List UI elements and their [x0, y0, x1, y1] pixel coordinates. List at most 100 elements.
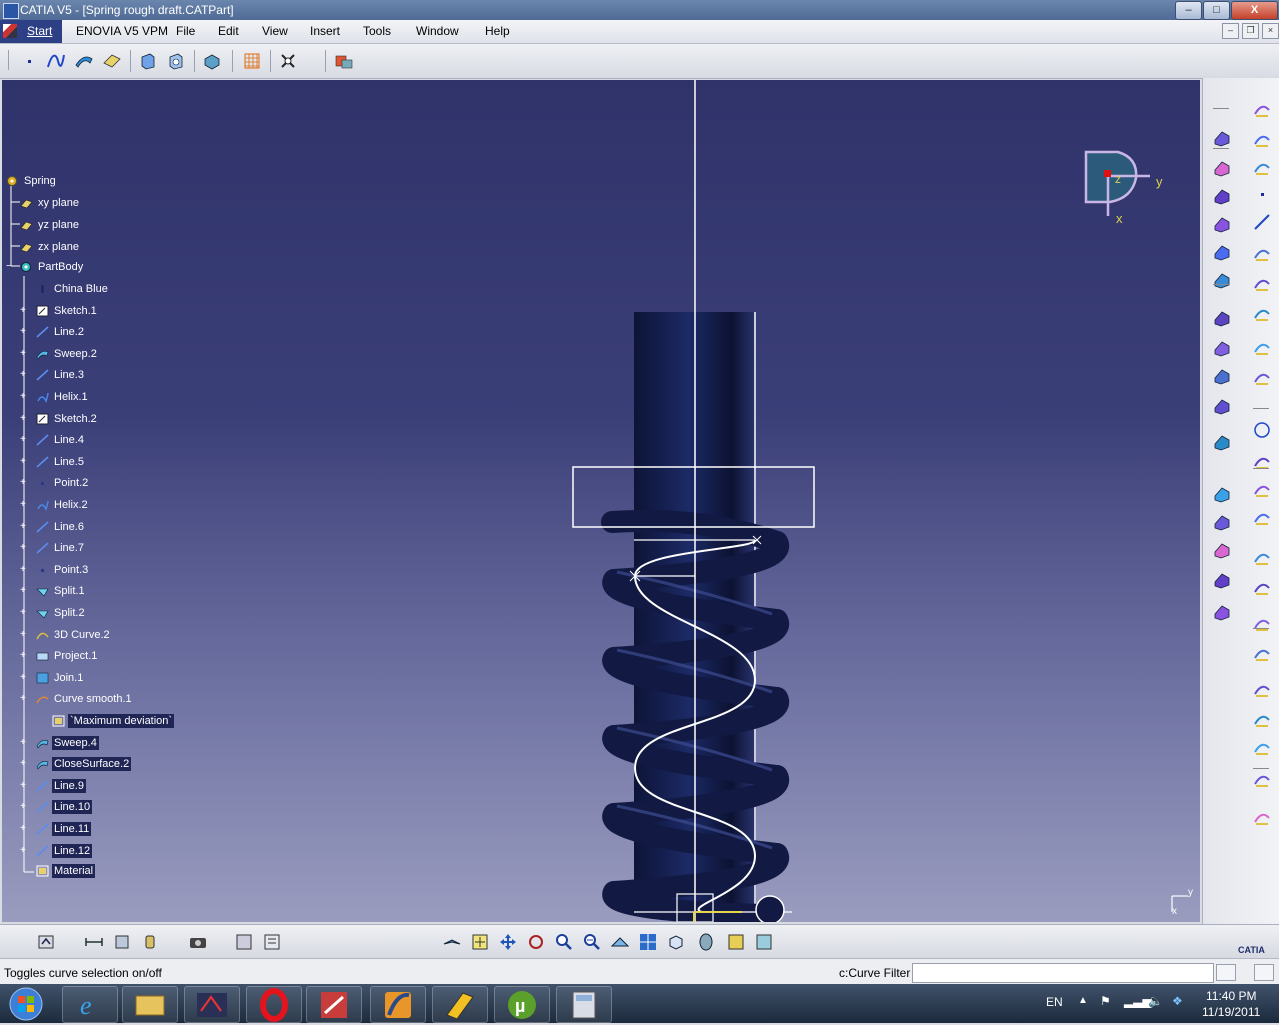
swap-space-icon[interactable]: [754, 932, 774, 952]
menu-enovia[interactable]: ENOVIA V5 VPM: [76, 24, 168, 38]
taskbar-winamp[interactable]: [432, 986, 488, 1023]
menu-insert[interactable]: Insert: [310, 24, 340, 38]
iso-view-icon[interactable]: [666, 932, 686, 952]
toolbar-feature-icon[interactable]: [1212, 242, 1232, 262]
expand-icon[interactable]: +: [20, 565, 27, 575]
menu-edit[interactable]: Edit: [218, 24, 239, 38]
expand-icon[interactable]: +: [20, 327, 27, 337]
rotate-icon[interactable]: [526, 932, 546, 952]
taskbar-opera[interactable]: [246, 986, 302, 1023]
expand-icon[interactable]: +: [20, 802, 27, 812]
toolbar-wireframe-icon[interactable]: [1252, 680, 1272, 700]
toolbar-wireframe-icon[interactable]: [1252, 644, 1272, 664]
toolbar-wireframe-icon[interactable]: [1252, 614, 1272, 634]
taskbar-utorrent[interactable]: µ: [494, 986, 550, 1023]
menu-file[interactable]: File: [176, 24, 195, 38]
catia-app-icon[interactable]: [3, 3, 19, 19]
toolbar-wireframe-icon[interactable]: [1252, 338, 1272, 358]
assembly-icon[interactable]: [202, 51, 222, 71]
expand-icon[interactable]: +: [20, 522, 27, 532]
zoom-in-icon[interactable]: [554, 932, 574, 952]
formula-icon[interactable]: [262, 932, 282, 952]
toolbar-wireframe-icon[interactable]: [1252, 770, 1272, 790]
point-icon[interactable]: [20, 51, 40, 71]
zoom-out-icon[interactable]: [582, 932, 602, 952]
toolbar-feature-icon[interactable]: [1212, 602, 1232, 622]
start-menu[interactable]: Start: [0, 20, 62, 43]
expand-icon[interactable]: +: [20, 846, 27, 856]
toolbar-wireframe-icon[interactable]: [1252, 274, 1272, 294]
collapse-icon[interactable]: −: [6, 262, 13, 272]
expand-icon[interactable]: +: [20, 586, 27, 596]
expand-icon[interactable]: +: [20, 781, 27, 791]
toolbar-feature-icon[interactable]: [1212, 214, 1232, 234]
expand-icon[interactable]: +: [20, 738, 27, 748]
doc-minimize-button[interactable]: –: [1222, 23, 1239, 39]
toolbar-wireframe-icon[interactable]: [1252, 100, 1272, 120]
menu-help[interactable]: Help: [485, 24, 510, 38]
taskbar-ie[interactable]: e: [62, 986, 118, 1023]
toolbar-wireframe-icon[interactable]: [1252, 244, 1272, 264]
fly-mode-icon[interactable]: [442, 932, 462, 952]
clock-date[interactable]: 11/19/2011: [1202, 1005, 1260, 1019]
update-icon[interactable]: [36, 932, 56, 952]
expand-icon[interactable]: +: [20, 651, 27, 661]
toolbar-feature-icon[interactable]: [1212, 338, 1232, 358]
toolbar-wireframe-icon[interactable]: [1252, 368, 1272, 388]
doc-close-button[interactable]: ×: [1262, 23, 1279, 39]
close-button[interactable]: X: [1231, 1, 1278, 20]
windows-start-icon[interactable]: [4, 986, 48, 1022]
menu-window[interactable]: Window: [416, 24, 459, 38]
surface-icon[interactable]: [74, 51, 94, 71]
expand-icon[interactable]: +: [20, 370, 27, 380]
normal-view-icon[interactable]: [610, 932, 630, 952]
fit-all-icon[interactable]: [470, 932, 490, 952]
expand-icon[interactable]: +: [20, 630, 27, 640]
taskbar-app-orange[interactable]: [370, 986, 426, 1023]
toolbar-wireframe-icon[interactable]: [1252, 480, 1272, 500]
expand-icon[interactable]: +: [20, 392, 27, 402]
toolbar-wireframe-icon[interactable]: [1252, 710, 1272, 730]
toolbar-wireframe-icon[interactable]: [1252, 130, 1272, 150]
toolbar-wireframe-icon[interactable]: [1252, 738, 1272, 758]
toolbar-feature-icon[interactable]: [1212, 128, 1232, 148]
table-icon[interactable]: [234, 932, 254, 952]
expand-icon[interactable]: +: [20, 457, 27, 467]
expand-icon[interactable]: +: [20, 435, 27, 445]
toolbar-wireframe-icon[interactable]: [1252, 578, 1272, 598]
menu-view[interactable]: View: [262, 24, 288, 38]
measure-icon[interactable]: [84, 932, 104, 952]
grid-icon[interactable]: [242, 51, 262, 71]
expand-icon[interactable]: +: [20, 759, 27, 769]
taskbar-app-red[interactable]: [306, 986, 362, 1023]
toolbar-feature-icon[interactable]: [1212, 540, 1232, 560]
shading-icon[interactable]: [696, 932, 716, 952]
toolbar-feature-icon[interactable]: [1212, 396, 1232, 416]
apply-material-icon[interactable]: [140, 932, 160, 952]
toolbar-wireframe-icon[interactable]: [1252, 808, 1272, 828]
compass-widget[interactable]: [1080, 148, 1180, 238]
pocket-icon[interactable]: [166, 51, 186, 71]
toolbar-feature-icon[interactable]: [1212, 270, 1232, 290]
maximize-button[interactable]: □: [1203, 1, 1230, 20]
action-center-icon[interactable]: ⚑: [1100, 994, 1111, 1008]
camera-icon[interactable]: [188, 932, 208, 952]
catalog-icon[interactable]: [334, 51, 354, 71]
expand-icon[interactable]: +: [20, 478, 27, 488]
menu-tools[interactable]: Tools: [363, 24, 391, 38]
toolbar-wireframe-icon[interactable]: [1252, 508, 1272, 528]
language-indicator[interactable]: EN: [1046, 995, 1063, 1009]
multi-view-icon[interactable]: [638, 932, 658, 952]
expand-icon[interactable]: +: [20, 694, 27, 704]
toolbar-wireframe-icon[interactable]: [1252, 158, 1272, 178]
snap-icon[interactable]: [278, 51, 298, 71]
toolbar-wireframe-icon[interactable]: [1252, 452, 1272, 472]
plane-icon[interactable]: [102, 51, 122, 71]
expand-icon[interactable]: +: [20, 349, 27, 359]
spline-icon[interactable]: [46, 51, 66, 71]
doc-restore-button[interactable]: ❐: [1242, 23, 1259, 39]
status-button-2[interactable]: [1254, 964, 1274, 981]
toolbar-wireframe-icon[interactable]: [1252, 304, 1272, 324]
expand-icon[interactable]: +: [20, 824, 27, 834]
expand-icon[interactable]: +: [20, 414, 27, 424]
